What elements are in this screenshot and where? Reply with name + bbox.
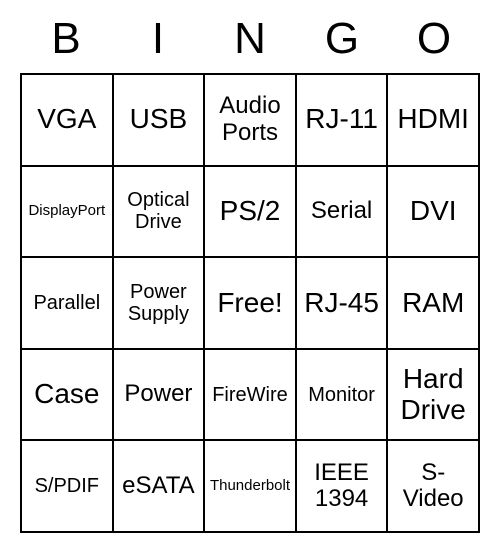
bingo-cell-free[interactable]: Free! xyxy=(204,257,296,349)
bingo-cell[interactable]: PS/2 xyxy=(204,166,296,258)
bingo-cell[interactable]: Thunderbolt xyxy=(204,440,296,532)
bingo-cell[interactable]: Audio Ports xyxy=(204,74,296,166)
bingo-cell[interactable]: VGA xyxy=(21,74,113,166)
bingo-header-o: O xyxy=(388,11,480,67)
bingo-cell[interactable]: Parallel xyxy=(21,257,113,349)
bingo-cell[interactable]: USB xyxy=(113,74,205,166)
bingo-cell[interactable]: Case xyxy=(21,349,113,441)
bingo-cell[interactable]: Optical Drive xyxy=(113,166,205,258)
bingo-cell[interactable]: Power xyxy=(113,349,205,441)
bingo-header-g: G xyxy=(296,11,388,67)
bingo-cell[interactable]: S-Video xyxy=(387,440,479,532)
bingo-header-i: I xyxy=(112,11,204,67)
bingo-cell[interactable]: Power Supply xyxy=(113,257,205,349)
bingo-cell[interactable]: eSATA xyxy=(113,440,205,532)
bingo-cell[interactable]: Monitor xyxy=(296,349,388,441)
bingo-grid: VGA USB Audio Ports RJ-11 HDMI DisplayPo… xyxy=(20,73,480,533)
bingo-cell[interactable]: Hard Drive xyxy=(387,349,479,441)
bingo-card: B I N G O VGA USB Audio Ports RJ-11 HDMI… xyxy=(20,11,480,533)
bingo-header-b: B xyxy=(20,11,112,67)
bingo-cell[interactable]: RJ-11 xyxy=(296,74,388,166)
bingo-cell[interactable]: S/PDIF xyxy=(21,440,113,532)
bingo-cell[interactable]: RAM xyxy=(387,257,479,349)
bingo-cell[interactable]: Serial xyxy=(296,166,388,258)
bingo-cell[interactable]: RJ-45 xyxy=(296,257,388,349)
bingo-cell[interactable]: DVI xyxy=(387,166,479,258)
bingo-cell[interactable]: IEEE 1394 xyxy=(296,440,388,532)
bingo-cell[interactable]: DisplayPort xyxy=(21,166,113,258)
bingo-cell[interactable]: FireWire xyxy=(204,349,296,441)
bingo-header-n: N xyxy=(204,11,296,67)
bingo-cell[interactable]: HDMI xyxy=(387,74,479,166)
bingo-header-row: B I N G O xyxy=(20,11,480,67)
